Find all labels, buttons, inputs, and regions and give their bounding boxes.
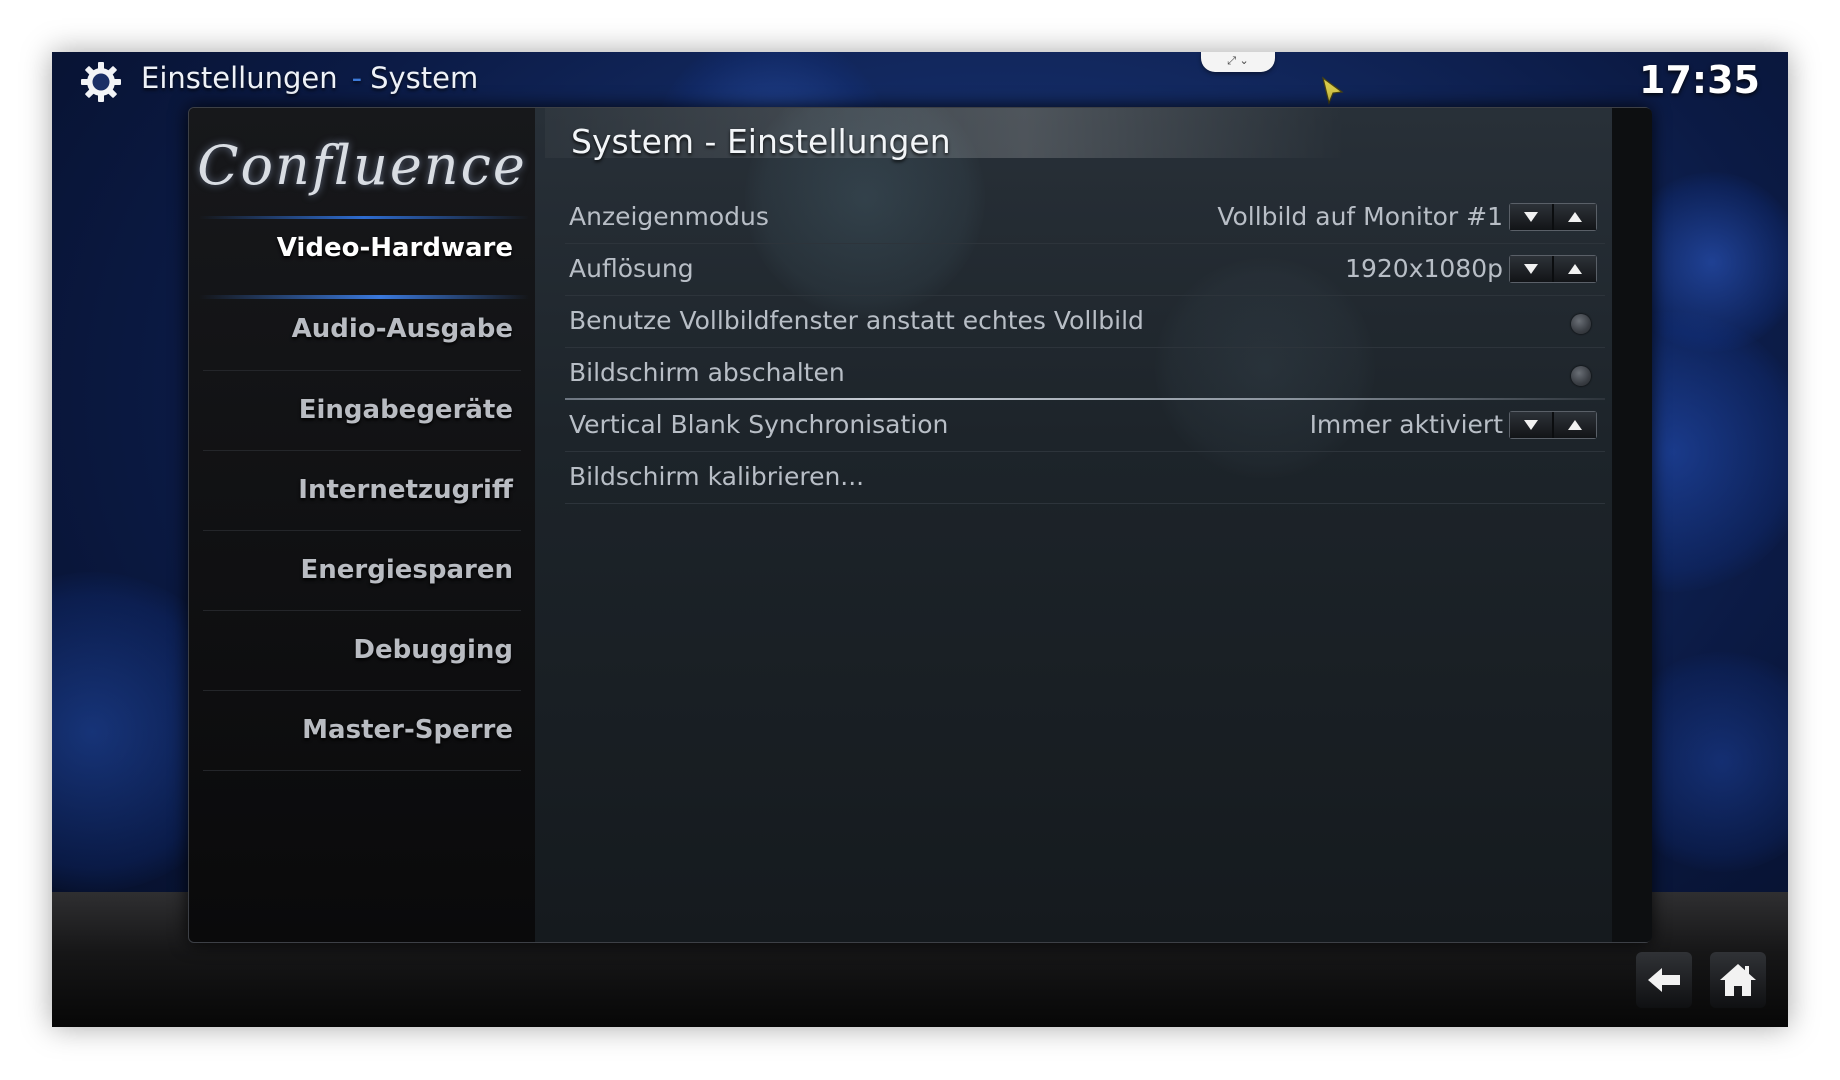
value-spinner xyxy=(1509,255,1597,283)
category-sidebar: Confluence Video-Hardware Audio-Ausgabe … xyxy=(189,108,535,942)
spinner-up-button[interactable] xyxy=(1554,204,1596,230)
panel-edge xyxy=(1612,108,1652,942)
triangle-down-icon xyxy=(1524,212,1538,222)
chevron-down-icon[interactable]: ⌄ xyxy=(1240,54,1249,67)
sidebar-item-internetzugriff[interactable]: Internetzugriff xyxy=(193,450,513,530)
settings-panel: System - Einstellungen × Anzeigenmodus V… xyxy=(535,108,1652,942)
setting-row-vollbildfenster[interactable]: Benutze Vollbildfenster anstatt echtes V… xyxy=(565,296,1605,348)
value-spinner xyxy=(1509,203,1597,231)
breadcrumb-separator: - xyxy=(351,61,363,95)
window-controls-tab[interactable]: ⤢ ⌄ xyxy=(1201,52,1275,72)
back-button[interactable] xyxy=(1636,952,1692,1008)
mouse-pointer-icon xyxy=(1322,76,1344,105)
clock: 17:35 xyxy=(1639,58,1760,102)
sidebar-item-audio-ausgabe[interactable]: Audio-Ausgabe xyxy=(193,289,513,369)
sidebar-item-master-sperre[interactable]: Master-Sperre xyxy=(193,690,513,770)
spinner-up-button[interactable] xyxy=(1554,412,1596,438)
breadcrumb: Einstellungen - System xyxy=(141,61,478,95)
dialog-title: System - Einstellungen xyxy=(571,122,951,161)
breadcrumb-page: System xyxy=(370,61,479,95)
sidebar-item-energiesparen[interactable]: Energiesparen xyxy=(193,530,513,610)
top-bar: Einstellungen - System ⤢ ⌄ 17:35 xyxy=(52,52,1788,108)
home-icon xyxy=(1720,964,1756,996)
sidebar-item-video-hardware[interactable]: Video-Hardware xyxy=(193,208,513,288)
breadcrumb-section: Einstellungen xyxy=(141,61,338,95)
setting-row-kalibrieren[interactable]: Bildschirm kalibrieren... xyxy=(565,452,1605,504)
setting-row-anzeigenmodus[interactable]: Anzeigenmodus Vollbild auf Monitor #1 xyxy=(565,192,1605,244)
value-spinner xyxy=(1509,411,1597,439)
setting-row-aufloesung[interactable]: Auflösung 1920x1080p xyxy=(565,244,1605,296)
radio-toggle[interactable] xyxy=(1571,314,1591,334)
spinner-up-button[interactable] xyxy=(1554,256,1596,282)
triangle-up-icon xyxy=(1568,420,1582,430)
triangle-down-icon xyxy=(1524,264,1538,274)
triangle-down-icon xyxy=(1524,420,1538,430)
setting-row-vsync[interactable]: Vertical Blank Synchronisation Immer akt… xyxy=(565,400,1605,452)
sidebar-item-debugging[interactable]: Debugging xyxy=(193,610,513,690)
spinner-down-button[interactable] xyxy=(1510,204,1552,230)
setting-row-bildschirm-abschalten[interactable]: Bildschirm abschalten xyxy=(565,348,1605,400)
spinner-down-button[interactable] xyxy=(1510,412,1552,438)
spinner-down-button[interactable] xyxy=(1510,256,1552,282)
back-arrow-icon xyxy=(1648,968,1680,992)
setting-value: 1920x1080p xyxy=(1345,254,1503,283)
setting-label: Anzeigenmodus xyxy=(569,202,769,231)
kodi-window: Einstellungen - System ⤢ ⌄ 17:35 Confluenc… xyxy=(52,52,1788,1027)
radio-toggle[interactable] xyxy=(1571,366,1591,386)
gear-icon xyxy=(81,62,121,102)
settings-dialog: Confluence Video-Hardware Audio-Ausgabe … xyxy=(188,107,1652,943)
setting-label: Bildschirm abschalten xyxy=(569,358,845,387)
setting-label: Vertical Blank Synchronisation xyxy=(569,410,949,439)
setting-label: Bildschirm kalibrieren... xyxy=(569,462,865,491)
home-button[interactable] xyxy=(1710,952,1766,1008)
setting-value: Immer aktiviert xyxy=(1309,410,1503,439)
skin-logo: Confluence xyxy=(197,134,527,197)
triangle-up-icon xyxy=(1568,264,1582,274)
sidebar-item-eingabegeraete[interactable]: Eingabegeräte xyxy=(193,370,513,450)
setting-label: Auflösung xyxy=(569,254,694,283)
setting-value: Vollbild auf Monitor #1 xyxy=(1217,202,1503,231)
triangle-up-icon xyxy=(1568,212,1582,222)
row-divider xyxy=(565,503,1605,504)
setting-label: Benutze Vollbildfenster anstatt echtes V… xyxy=(569,306,1144,335)
sidebar-divider xyxy=(203,770,521,771)
expand-icon[interactable]: ⤢ xyxy=(1227,54,1236,67)
